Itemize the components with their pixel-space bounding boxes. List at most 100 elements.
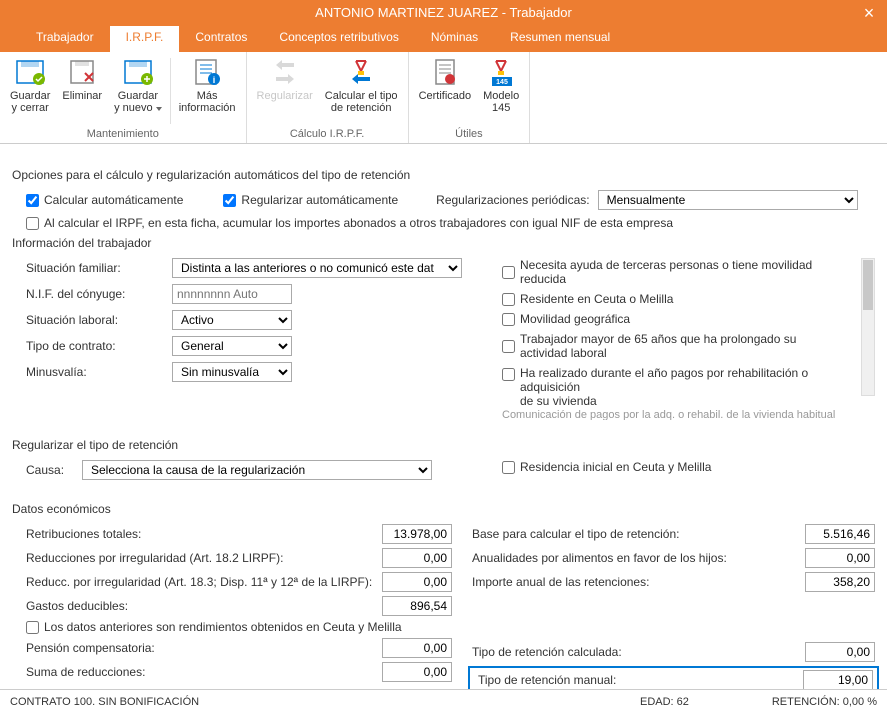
- btn-text: y cerrar: [12, 102, 49, 114]
- certificado-button[interactable]: Certificado: [413, 54, 478, 116]
- content-area: Opciones para el cálculo y regularizació…: [0, 144, 887, 706]
- btn-text: y nuevo: [114, 102, 153, 114]
- chk-res-ini[interactable]: Residencia inicial en Ceuta y Melilla: [502, 460, 711, 474]
- sit-lab-label: Situación laboral:: [12, 313, 172, 327]
- regularizar-button: Regularizar: [251, 54, 319, 116]
- base-input[interactable]: [805, 524, 875, 544]
- save-close-icon: [14, 56, 46, 88]
- ribbon-group-calculo: Regularizar Calcular el tipode retención…: [247, 52, 409, 143]
- chk-mayor65[interactable]: Trabajador mayor de 65 años que ha prolo…: [502, 332, 837, 360]
- sit-fam-select[interactable]: Distinta a las anteriores o no comunicó …: [172, 258, 462, 278]
- red-irreg-label: Reducciones por irregularidad (Art. 18.2…: [12, 551, 382, 565]
- tipo-contrato-select[interactable]: General: [172, 336, 292, 356]
- status-mid: EDAD: 62: [640, 696, 689, 708]
- pension-input[interactable]: [382, 638, 452, 658]
- window-title: ANTONIO MARTINEZ JUAREZ - Trabajador: [315, 5, 572, 20]
- guardar-cerrar-button[interactable]: Guardary cerrar: [4, 54, 56, 116]
- tipo-manual-input[interactable]: [803, 670, 873, 690]
- causa-select[interactable]: Selecciona la causa de la regularización: [82, 460, 432, 480]
- delete-icon: [66, 56, 98, 88]
- chk-reg-auto[interactable]: Regularizar automáticamente: [223, 193, 398, 207]
- tab-contratos[interactable]: Contratos: [179, 26, 263, 52]
- chk-ayuda[interactable]: Necesita ayuda de terceras personas o ti…: [502, 258, 837, 286]
- btn-text: de retención: [331, 102, 392, 114]
- btn-text: Eliminar: [62, 90, 102, 102]
- chk-movgeo[interactable]: Movilidad geográfica: [502, 312, 630, 326]
- tipo-contrato-label: Tipo de contrato:: [12, 339, 172, 353]
- title-bar: ANTONIO MARTINEZ JUAREZ - Trabajador ×: [0, 0, 887, 26]
- btn-text: Guardar: [10, 90, 50, 102]
- tab-strip: Trabajador I.R.P.F. Contratos Conceptos …: [0, 26, 887, 52]
- btn-text: Certificado: [419, 90, 472, 102]
- status-bar: CONTRATO 100. SIN BONIFICACIÓN EDAD: 62 …: [0, 689, 887, 713]
- close-button[interactable]: ×: [859, 0, 879, 26]
- calcular-icon: [345, 56, 377, 88]
- certificado-icon: [429, 56, 461, 88]
- imp-anual-label: Importe anual de las retenciones:: [472, 575, 805, 589]
- calcular-tipo-button[interactable]: Calcular el tipode retención: [319, 54, 404, 116]
- status-right: RETENCIÓN: 0,00 %: [772, 696, 877, 708]
- modelo-icon: 145: [485, 56, 517, 88]
- chk-pagos[interactable]: Ha realizado durante el año pagos por re…: [502, 366, 837, 408]
- reg-period-select[interactable]: Mensualmente: [598, 190, 858, 210]
- tipo-calc-input[interactable]: [805, 642, 875, 662]
- suma-label: Suma de reducciones:: [12, 665, 382, 679]
- save-new-icon: [122, 56, 154, 88]
- suma-input[interactable]: [382, 662, 452, 682]
- econ-heading: Datos económicos: [12, 502, 875, 516]
- retrib-total-label: Retribuciones totales:: [12, 527, 382, 541]
- sit-lab-select[interactable]: Activo: [172, 310, 292, 330]
- opciones-heading: Opciones para el cálculo y regularizació…: [12, 168, 875, 182]
- chk-rend-ceuta[interactable]: Los datos anteriores son rendimientos ob…: [26, 620, 402, 634]
- ribbon-group-label: Cálculo I.R.P.F.: [290, 128, 364, 143]
- chk-cut-text: Comunicación de pagos por la adq. o reha…: [502, 410, 835, 420]
- svg-text:i: i: [213, 75, 216, 85]
- tab-resumen[interactable]: Resumen mensual: [494, 26, 626, 52]
- base-label: Base para calcular el tipo de retención:: [472, 527, 805, 541]
- chevron-down-icon: [156, 107, 162, 111]
- tab-nominas[interactable]: Nóminas: [415, 26, 494, 52]
- ribbon-group-mantenimiento: Guardary cerrar Eliminar Guardary nuevo …: [0, 52, 247, 143]
- minus-select[interactable]: Sin minusvalía: [172, 362, 292, 382]
- ribbon-group-utiles: Certificado 145 Modelo145 Útiles: [409, 52, 531, 143]
- mas-info-button[interactable]: i Másinformación: [173, 54, 242, 116]
- scrollbar[interactable]: [861, 258, 875, 396]
- btn-text: Más: [197, 90, 218, 102]
- gastos-input[interactable]: [382, 596, 452, 616]
- retrib-total-input[interactable]: [382, 524, 452, 544]
- red-irreg2-input[interactable]: [382, 572, 452, 592]
- info-icon: i: [191, 56, 223, 88]
- btn-text: información: [179, 102, 236, 114]
- red-irreg2-label: Reducc. por irregularidad (Art. 18.3; Di…: [12, 575, 382, 589]
- chk-ceuta[interactable]: Residente en Ceuta o Melilla: [502, 292, 673, 306]
- eliminar-button[interactable]: Eliminar: [56, 54, 108, 116]
- anual-label: Anualidades por alimentos en favor de lo…: [472, 551, 805, 565]
- tab-irpf[interactable]: I.R.P.F.: [110, 26, 180, 52]
- reg-period-label: Regularizaciones periódicas:: [436, 193, 589, 207]
- chk-acumular[interactable]: Al calcular el IRPF, en esta ficha, acum…: [26, 216, 673, 230]
- nif-label: N.I.F. del cónyuge:: [12, 287, 172, 301]
- btn-text: Guardar: [118, 90, 158, 102]
- anual-input[interactable]: [805, 548, 875, 568]
- tab-trabajador[interactable]: Trabajador: [20, 26, 110, 52]
- minus-label: Minusvalía:: [12, 365, 172, 379]
- ribbon-group-label: Útiles: [455, 128, 483, 143]
- chk-calc-auto[interactable]: Calcular automáticamente: [26, 193, 183, 207]
- red-irreg-input[interactable]: [382, 548, 452, 568]
- tipo-calc-label: Tipo de retención calculada:: [472, 645, 805, 659]
- imp-anual-input[interactable]: [805, 572, 875, 592]
- modelo-145-button[interactable]: 145 Modelo145: [477, 54, 525, 116]
- info-heading: Información del trabajador: [12, 236, 875, 250]
- pension-label: Pensión compensatoria:: [12, 641, 382, 655]
- guardar-nuevo-button[interactable]: Guardary nuevo: [108, 54, 168, 116]
- ribbon-group-label: Mantenimiento: [87, 128, 159, 143]
- tab-conceptos[interactable]: Conceptos retributivos: [263, 26, 414, 52]
- nif-input[interactable]: [172, 284, 292, 304]
- scrollbar-thumb[interactable]: [863, 260, 873, 310]
- sit-fam-label: Situación familiar:: [12, 261, 172, 275]
- btn-text: Calcular el tipo: [325, 90, 398, 102]
- btn-text: 145: [492, 102, 510, 114]
- ribbon: Guardary cerrar Eliminar Guardary nuevo …: [0, 52, 887, 144]
- btn-text: Regularizar: [257, 90, 313, 102]
- btn-text: Modelo: [483, 90, 519, 102]
